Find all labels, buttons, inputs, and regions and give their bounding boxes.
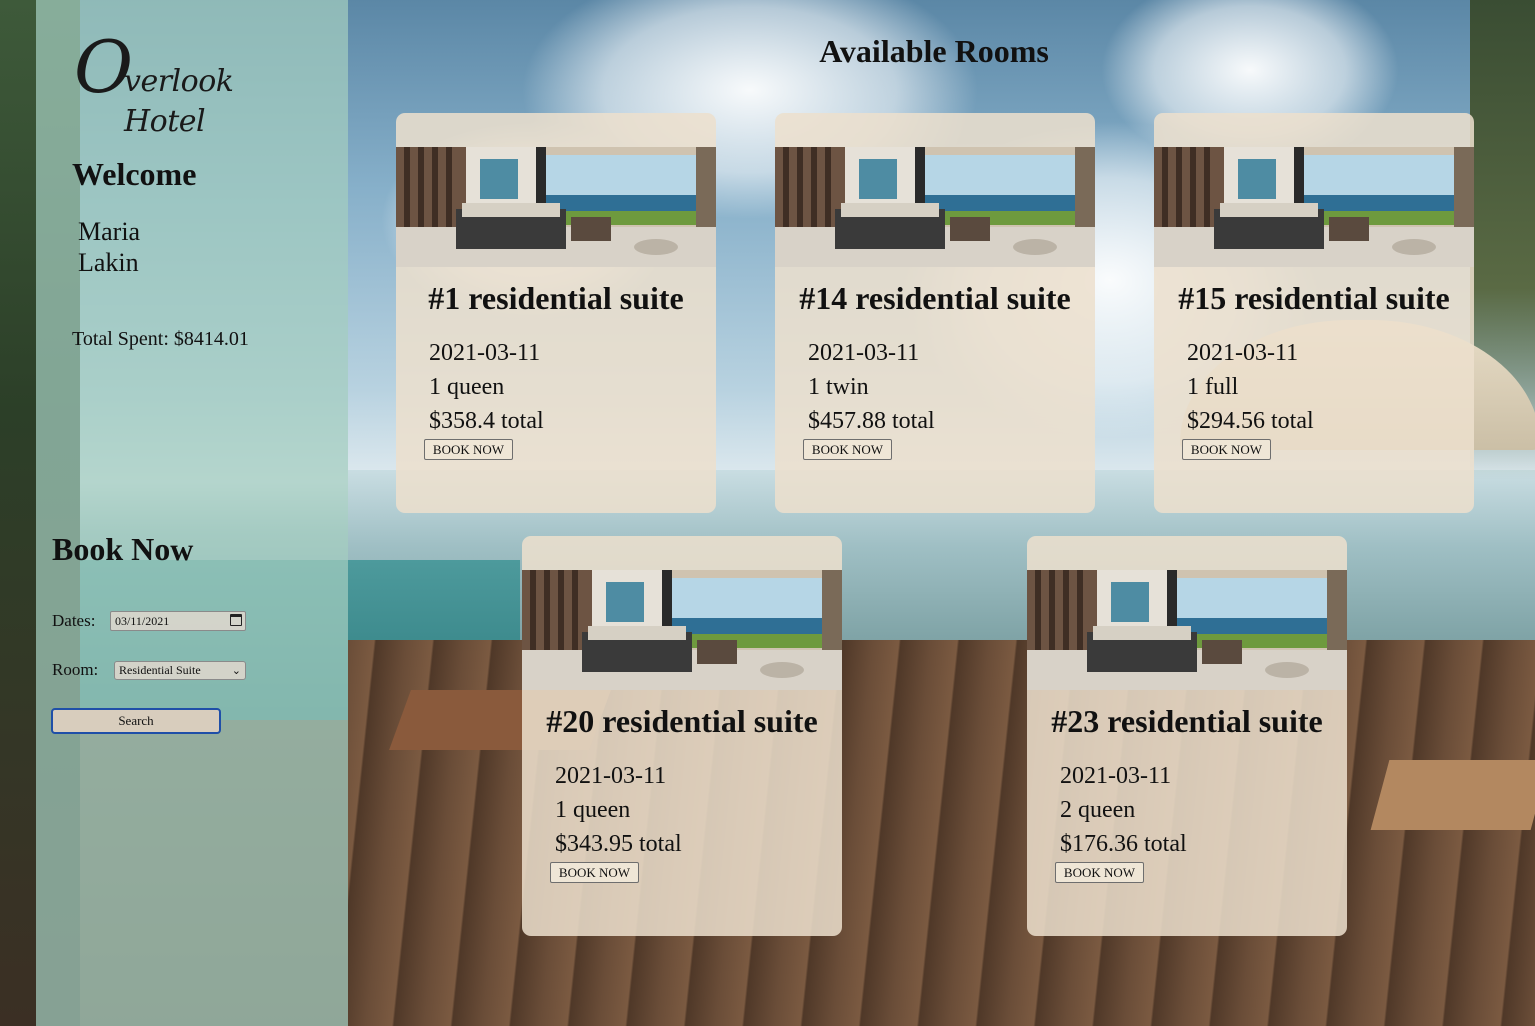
- room-beds: 2 queen: [1060, 797, 1136, 823]
- room-date: 2021-03-11: [1187, 340, 1299, 366]
- book-now-button[interactable]: BOOK NOW: [803, 439, 892, 460]
- room-name: #1 residential suite: [428, 280, 684, 316]
- room-total: $294.56 total: [1187, 408, 1314, 434]
- room-total: $358.4 total: [429, 408, 544, 434]
- room-photo: [1154, 147, 1474, 267]
- hotel-logo: O verlook Hotel: [74, 25, 314, 139]
- room-photo: [522, 570, 842, 690]
- welcome-title: Welcome: [72, 156, 197, 192]
- room-total: $176.36 total: [1060, 831, 1187, 857]
- room-card: #15 residential suite 2021-03-11 1 full …: [1154, 113, 1474, 513]
- book-now-button[interactable]: BOOK NOW: [550, 862, 639, 883]
- room-card: #20 residential suite 2021-03-11 1 queen…: [522, 536, 842, 936]
- room-total: $457.88 total: [808, 408, 935, 434]
- logo-text: verlook Hotel: [124, 64, 234, 139]
- room-beds: 1 queen: [555, 797, 631, 823]
- room-date: 2021-03-11: [1060, 763, 1172, 789]
- room-name: #15 residential suite: [1178, 280, 1450, 316]
- room-name: #20 residential suite: [546, 703, 818, 739]
- room-photo: [396, 147, 716, 267]
- room-date: 2021-03-11: [555, 763, 667, 789]
- calendar-icon[interactable]: [230, 614, 242, 626]
- room-date: 2021-03-11: [808, 340, 920, 366]
- date-input[interactable]: 03/11/2021: [110, 611, 246, 631]
- room-select-value: Residential Suite: [119, 663, 201, 677]
- user-last-name: Lakin: [78, 248, 139, 277]
- room-type-select[interactable]: Residential Suite ⌄: [114, 661, 246, 680]
- room-name: #14 residential suite: [799, 280, 1071, 316]
- room-label: Room:: [52, 660, 99, 679]
- room-total: $343.95 total: [555, 831, 682, 857]
- room-date: 2021-03-11: [429, 340, 541, 366]
- room-photo: [1027, 570, 1347, 690]
- room-name: #23 residential suite: [1051, 703, 1323, 739]
- user-name: Maria Lakin: [78, 216, 178, 278]
- user-first-name: Maria: [78, 217, 141, 246]
- room-beds: 1 queen: [429, 374, 505, 400]
- search-button[interactable]: Search: [51, 708, 221, 734]
- book-now-button[interactable]: BOOK NOW: [1182, 439, 1271, 460]
- dates-label: Dates:: [52, 611, 96, 630]
- page-title: Available Rooms: [819, 33, 1049, 69]
- sidebar: O verlook Hotel Welcome Maria Lakin Tota…: [36, 0, 348, 1026]
- room-card: #14 residential suite 2021-03-11 1 twin …: [775, 113, 1095, 513]
- book-now-button[interactable]: BOOK NOW: [424, 439, 513, 460]
- chevron-down-icon: ⌄: [231, 664, 241, 677]
- room-beds: 1 twin: [808, 374, 869, 400]
- total-spent: Total Spent: $8414.01: [72, 328, 249, 350]
- date-input-value: 03/11/2021: [115, 614, 170, 628]
- book-now-button[interactable]: BOOK NOW: [1055, 862, 1144, 883]
- room-card: #1 residential suite 2021-03-11 1 queen …: [396, 113, 716, 513]
- room-photo: [775, 147, 1095, 267]
- room-beds: 1 full: [1187, 374, 1239, 400]
- book-now-title: Book Now: [52, 531, 194, 567]
- room-card: #23 residential suite 2021-03-11 2 queen…: [1027, 536, 1347, 936]
